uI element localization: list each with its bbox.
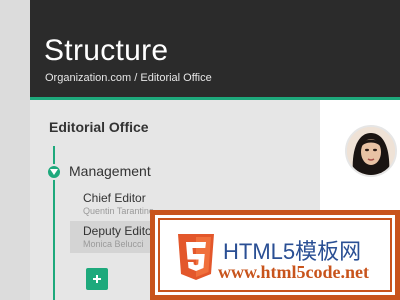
- chevron-down-icon[interactable]: [46, 164, 62, 180]
- breadcrumb[interactable]: Organization.com / Editorial Office: [45, 72, 212, 84]
- watermark-border: HTML5模板网 www.html5code.net: [158, 218, 392, 292]
- watermark-banner: HTML5模板网 www.html5code.net: [150, 210, 400, 300]
- member-role: Chief Editor: [83, 191, 146, 205]
- html5-logo-icon: [178, 234, 214, 280]
- avatar[interactable]: [345, 125, 397, 177]
- page-header: Structure Organization.com / Editorial O…: [30, 0, 400, 100]
- add-member-button[interactable]: [86, 268, 108, 290]
- group-label-management[interactable]: Management: [69, 163, 151, 179]
- watermark-url: www.html5code.net: [218, 262, 369, 282]
- page-title: Structure: [44, 34, 169, 67]
- plus-icon: [93, 275, 101, 283]
- panel-title: Editorial Office: [49, 119, 149, 135]
